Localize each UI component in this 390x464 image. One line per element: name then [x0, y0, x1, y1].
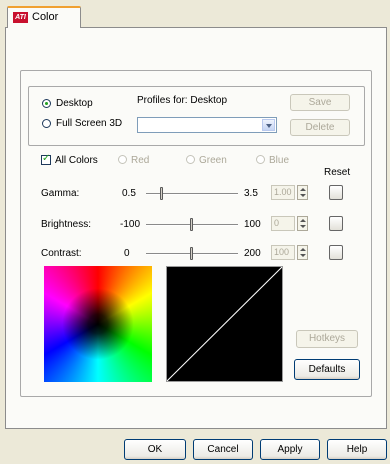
ok-button[interactable]: OK: [124, 439, 186, 460]
gamma-label: Gamma:: [41, 188, 80, 199]
brightness-reset-button[interactable]: [329, 216, 343, 231]
blue-radio[interactable]: [256, 155, 265, 164]
green-radio-label: Green: [199, 155, 227, 166]
profiles-for-label: Profiles for: Desktop: [137, 95, 228, 106]
save-button[interactable]: Save: [290, 94, 350, 111]
gamma-min-label: 0.5: [122, 188, 136, 199]
desktop-radio[interactable]: [42, 99, 51, 108]
all-colors-label: All Colors: [55, 155, 98, 166]
contrast-label: Contrast:: [41, 248, 82, 259]
brightness-spinner[interactable]: [297, 216, 308, 231]
contrast-slider-thumb[interactable]: [190, 247, 193, 260]
gamma-reset-button[interactable]: [329, 185, 343, 200]
tab-color-label: Color: [32, 11, 59, 23]
red-radio-label: Red: [131, 155, 150, 166]
brightness-max-label: 100: [244, 219, 261, 230]
profile-combobox[interactable]: [137, 117, 277, 133]
cancel-button[interactable]: Cancel: [193, 439, 253, 460]
fullscreen-3d-radio-label: Full Screen 3D: [56, 118, 123, 129]
ati-logo-icon: ATI: [13, 12, 28, 23]
gamma-value-field[interactable]: 1.00: [271, 185, 295, 200]
apply-button[interactable]: Apply: [260, 439, 320, 460]
contrast-spinner[interactable]: [297, 245, 308, 260]
gamma-spinner[interactable]: [297, 185, 308, 200]
curve-line: [167, 267, 282, 381]
delete-button[interactable]: Delete: [290, 119, 350, 136]
fullscreen-3d-radio[interactable]: [42, 119, 51, 128]
green-radio[interactable]: [186, 155, 195, 164]
hotkeys-button[interactable]: Hotkeys: [296, 330, 358, 348]
brightness-slider-thumb[interactable]: [190, 218, 193, 231]
reset-column-label: Reset: [324, 167, 351, 178]
contrast-reset-button[interactable]: [329, 245, 343, 260]
color-curve-preview: [166, 266, 283, 382]
brightness-value-field[interactable]: 0: [271, 216, 295, 231]
brightness-min-label: -100: [120, 219, 141, 230]
all-colors-checkbox[interactable]: [41, 153, 51, 165]
contrast-max-label: 200: [244, 248, 261, 259]
red-radio[interactable]: [118, 155, 127, 164]
tab-color[interactable]: ATI Color: [7, 6, 81, 28]
help-button[interactable]: Help: [327, 439, 387, 460]
blue-radio-label: Blue: [269, 155, 290, 166]
color-wheel-preview: [44, 266, 152, 382]
curve-graph: [167, 267, 282, 381]
gamma-max-label: 3.5: [244, 188, 258, 199]
gamma-slider-thumb[interactable]: [159, 187, 163, 200]
chevron-down-icon[interactable]: [262, 119, 275, 131]
desktop-radio-label: Desktop: [56, 98, 93, 109]
contrast-value-field[interactable]: 100: [271, 245, 295, 260]
brightness-label: Brightness:: [41, 219, 92, 230]
defaults-button[interactable]: Defaults: [294, 359, 360, 380]
contrast-min-label: 0: [124, 248, 130, 259]
